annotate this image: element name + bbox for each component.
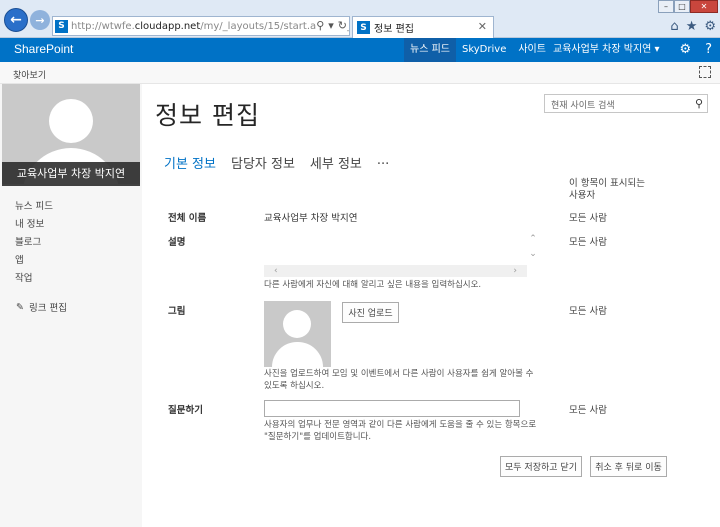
left-column: 교육사업부 차장 박지연 뉴스 피드 내 정보 블로그 앱 작업 ✎ 링크 편집 — [0, 84, 142, 527]
visibility-header: 이 항목이 표시되는 사용자 — [569, 178, 645, 202]
picture-help-line1: 사진을 업로드하여 모임 및 이벤트에서 다른 사람이 사용자를 쉽게 알아볼 … — [264, 369, 534, 379]
window-controls: – □ ✕ — [658, 0, 718, 13]
tab-title: 정보 편집 — [374, 24, 414, 35]
dropdown-icon[interactable]: ▾ — [328, 19, 334, 32]
description-visibility: 모든 사람 — [569, 237, 607, 248]
user-menu[interactable]: 교육사업부 차장 박지연 ▾ — [553, 38, 660, 62]
scroll-up-icon[interactable]: ⌃ — [527, 232, 539, 247]
description-vertical-scrollbar[interactable]: ⌃ ⌄ — [527, 232, 539, 264]
main-content: 정보 편집 현재 사이트 검색 ⚲ 기본 정보 담당자 정보 세부 정보 ...… — [142, 84, 720, 527]
search-placeholder: 현재 사이트 검색 — [551, 101, 615, 111]
tab-details[interactable]: 세부 정보 — [310, 153, 362, 172]
save-all-and-close-button[interactable]: 모두 저장하고 닫기 — [500, 456, 582, 477]
description-label: 설명 — [168, 237, 186, 248]
back-arrow-icon: ← — [10, 12, 22, 28]
help-icon[interactable]: ? — [705, 38, 712, 62]
picture-help-line2: 있도록 하십시오. — [264, 381, 325, 391]
cancel-and-go-back-button[interactable]: 취소 후 뒤로 이동 — [590, 456, 667, 477]
quick-launch-newsfeed[interactable]: 뉴스 피드 — [15, 198, 53, 216]
ask-help-line1: 사용자의 업무나 전문 영역과 같이 다른 사람에게 도움을 줄 수 있는 항목… — [264, 420, 537, 430]
sharepoint-brand[interactable]: SharePoint — [14, 42, 73, 56]
tab-more[interactable]: ... — [377, 153, 389, 172]
address-tools: ⚲ ▾ ↻ — [316, 19, 347, 32]
profile-tabs: 기본 정보 담당자 정보 세부 정보 ... — [164, 153, 389, 172]
name-visibility: 모든 사람 — [569, 213, 607, 224]
picture-label: 그림 — [168, 306, 186, 317]
edit-links-label: 링크 편집 — [28, 303, 67, 314]
suite-bar: SharePoint 뉴스 피드 SkyDrive 사이트 교육사업부 차장 박… — [0, 38, 720, 62]
address-bar[interactable]: S http://wtwfe. cloudapp.net/my/_layouts/… — [52, 16, 350, 36]
quick-launch-about-me[interactable]: 내 정보 — [15, 216, 53, 234]
chevron-down-icon: ▾ — [654, 44, 660, 55]
focus-on-content-icon[interactable] — [699, 66, 711, 78]
scroll-right-icon[interactable]: › — [513, 265, 517, 277]
visibility-header-line2: 사용자 — [569, 190, 596, 201]
edit-links-button[interactable]: ✎ 링크 편집 — [16, 300, 67, 315]
search-icon[interactable]: ⚲ — [695, 97, 703, 110]
suite-link-newsfeed[interactable]: 뉴스 피드 — [404, 38, 456, 62]
url-prefix: http://wtwfe. — [71, 20, 135, 32]
description-help: 다른 사람에게 자신에 대해 알리고 싶은 내용을 입력하십시오. — [264, 280, 482, 290]
quick-launch-apps[interactable]: 앱 — [15, 252, 53, 270]
maximize-icon[interactable]: □ — [674, 0, 690, 13]
name-value: 교육사업부 차장 박지연 — [264, 213, 358, 224]
picture-help: 사진을 업로드하여 모임 및 이벤트에서 다른 사람이 사용자를 쉽게 알아볼 … — [264, 368, 533, 392]
thumbnail-head-shape — [283, 310, 311, 338]
refresh-icon[interactable]: ↻ — [338, 19, 347, 32]
settings-gear-icon[interactable]: ⚙ — [704, 19, 716, 34]
user-name: 교육사업부 차장 박지연 — [553, 44, 652, 55]
ribbon-browse-tab[interactable]: 찾아보기 — [13, 68, 46, 81]
browser-tools: ⌂ ★ ⚙ — [670, 19, 716, 34]
page-title: 정보 편집 — [155, 101, 260, 130]
profile-name: 교육사업부 차장 박지연 — [2, 162, 140, 186]
ask-me-about-visibility: 모든 사람 — [569, 405, 607, 416]
upload-picture-button[interactable]: 사진 업로드 — [342, 302, 399, 323]
forward-arrow-icon: → — [35, 13, 45, 27]
suite-links: 뉴스 피드 SkyDrive 사이트 — [404, 38, 552, 62]
forward-button[interactable]: → — [30, 10, 50, 30]
tab-contact-info[interactable]: 담당자 정보 — [231, 153, 295, 172]
ask-me-about-help: 사용자의 업무나 전문 영역과 같이 다른 사람에게 도움을 줄 수 있는 항목… — [264, 419, 536, 443]
minimize-icon[interactable]: – — [658, 0, 674, 13]
home-icon[interactable]: ⌂ — [670, 19, 678, 34]
scroll-down-icon[interactable]: ⌄ — [527, 247, 539, 262]
tab-favicon-icon: S — [357, 21, 370, 34]
suite-link-skydrive[interactable]: SkyDrive — [456, 38, 512, 62]
ribbon: 찾아보기 — [0, 62, 720, 84]
favorites-star-icon[interactable]: ★ — [686, 19, 698, 34]
scroll-left-icon[interactable]: ‹ — [274, 265, 278, 277]
close-icon[interactable]: ✕ — [690, 0, 718, 13]
quick-launch-blog[interactable]: 블로그 — [15, 234, 53, 252]
ask-help-line2: "질문하기"를 업데이트합니다. — [264, 432, 372, 442]
quick-launch: 뉴스 피드 내 정보 블로그 앱 작업 — [15, 198, 53, 288]
pencil-icon: ✎ — [16, 301, 24, 313]
tab-close-icon[interactable]: ✕ — [478, 20, 487, 33]
description-horizontal-scrollbar[interactable]: ‹ › — [264, 265, 527, 277]
ask-me-about-label: 질문하기 — [168, 405, 203, 416]
search-icon[interactable]: ⚲ — [316, 19, 324, 32]
browser-chrome: ← → S http://wtwfe. cloudapp.net/my/_layo… — [0, 0, 720, 38]
visibility-header-line1: 이 항목이 표시되는 — [569, 178, 645, 189]
suite-link-sites[interactable]: 사이트 — [512, 38, 552, 62]
thumbnail-body-shape — [272, 342, 323, 367]
picture-visibility: 모든 사람 — [569, 306, 607, 317]
url-host: cloudapp.net — [134, 20, 201, 32]
tab-basic-info[interactable]: 기본 정보 — [164, 153, 216, 172]
suite-icons: ⚙ ? — [679, 38, 712, 62]
quick-launch-tasks[interactable]: 작업 — [15, 270, 53, 288]
picture-thumbnail — [264, 301, 331, 367]
browser-tab[interactable]: S 정보 편집 ✕ — [352, 16, 494, 38]
avatar-head-shape — [49, 99, 93, 143]
ask-me-about-input[interactable] — [264, 400, 520, 417]
name-label: 전체 이름 — [168, 213, 207, 224]
site-search-box[interactable]: 현재 사이트 검색 ⚲ — [544, 94, 708, 113]
settings-icon[interactable]: ⚙ — [679, 38, 691, 62]
back-button[interactable]: ← — [4, 8, 28, 32]
sharepoint-favicon-icon: S — [55, 19, 68, 33]
